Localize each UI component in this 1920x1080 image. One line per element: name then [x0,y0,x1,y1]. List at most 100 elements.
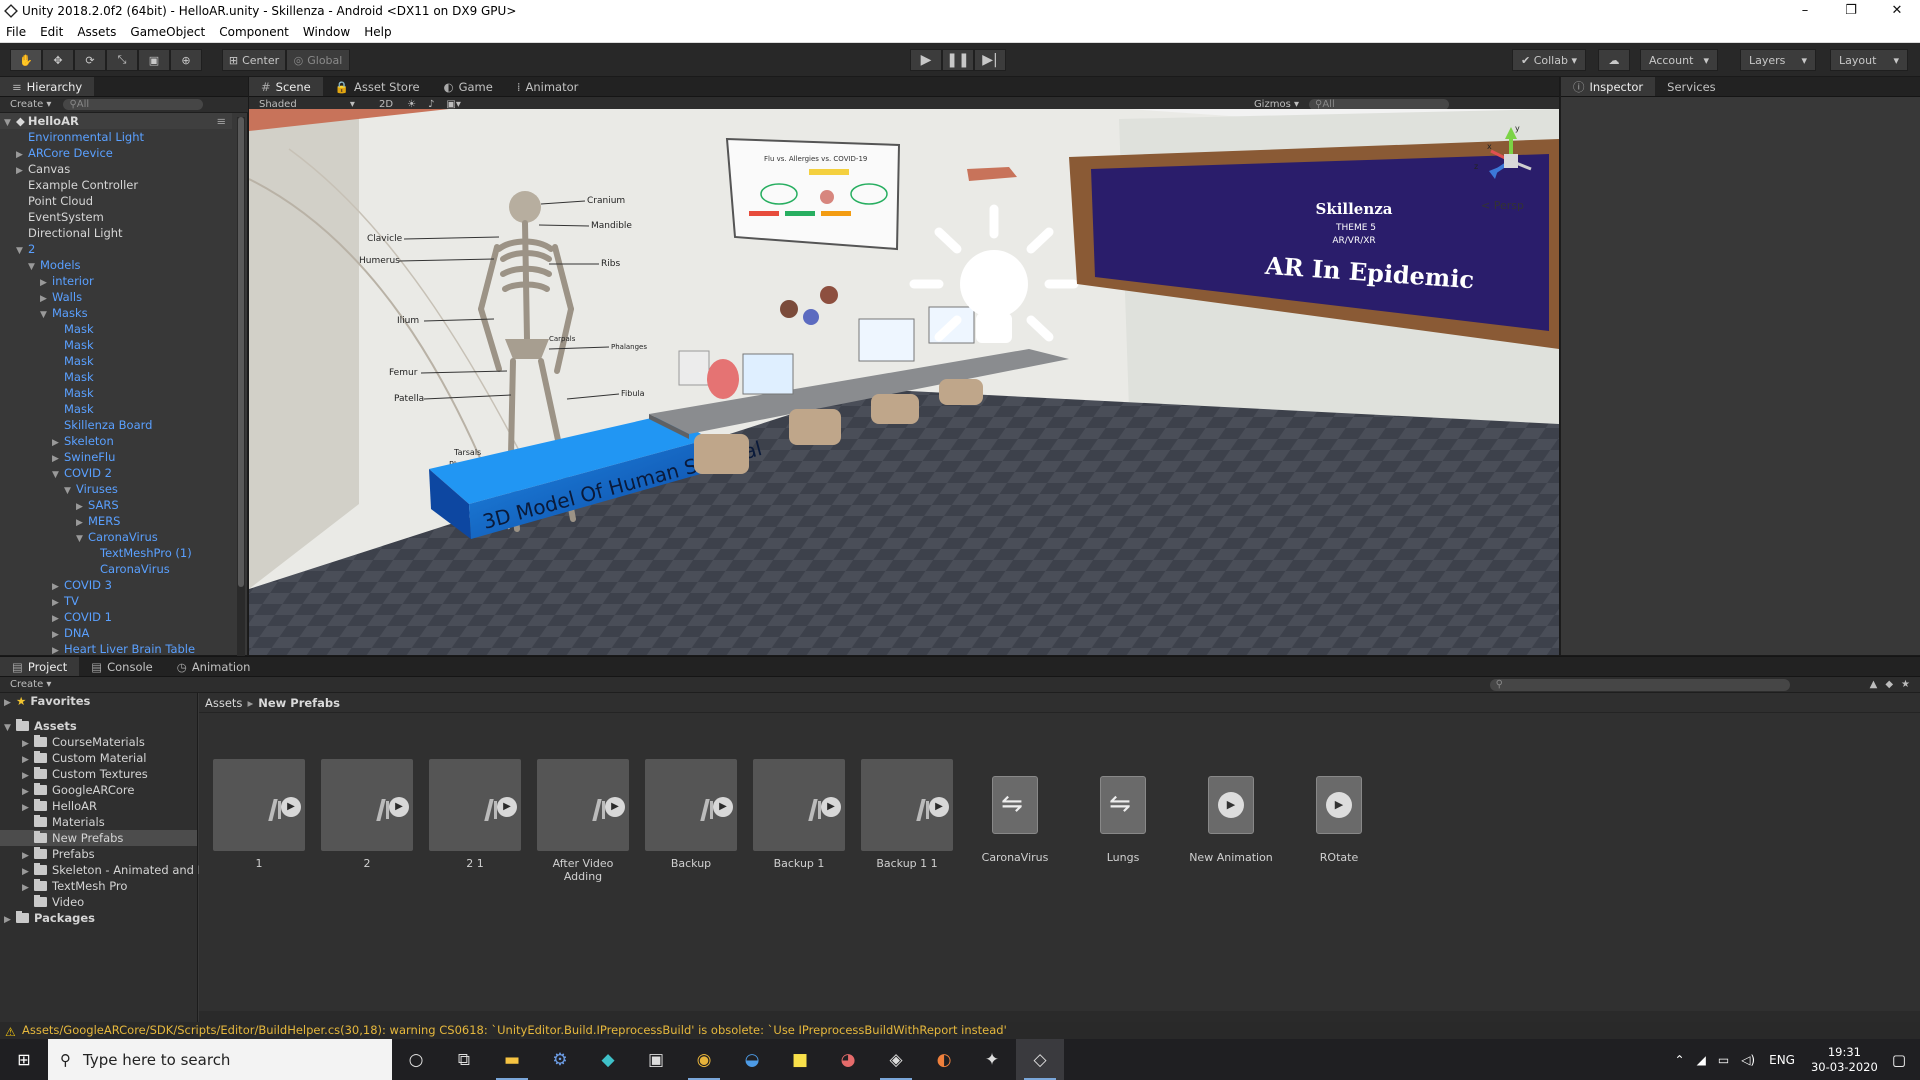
hierarchy-item-2[interactable]: ▼ 2 [0,241,232,257]
persp-label[interactable]: < Persp [1481,199,1524,212]
volume-icon[interactable]: ◁) [1741,1053,1755,1067]
asset-rotate[interactable]: ▶ ROtate [1291,759,1387,864]
scale-tool-icon[interactable]: ⤡ [106,49,138,71]
hierarchy-item-directional-light[interactable]: Directional Light [0,225,232,241]
hierarchy-item-interior[interactable]: ▶ interior [0,273,232,289]
asset-2-1[interactable]: ▶ 2 1 [427,759,523,870]
asset-2[interactable]: ▶ 2 [319,759,415,870]
hierarchy-item-arcore-device[interactable]: ▶ ARCore Device [0,145,232,161]
tab-services[interactable]: Services [1655,77,1728,96]
tab-console[interactable]: ▤ Console [79,657,165,676]
paint-icon[interactable]: ◕ [824,1039,872,1080]
hierarchy-item-caronavirus[interactable]: CaronaVirus [0,561,232,577]
firefox-icon[interactable]: ◐ [920,1039,968,1080]
breadcrumb-current[interactable]: New Prefabs [258,696,340,710]
tab-hierarchy[interactable]: ≡ Hierarchy [0,77,95,96]
play-icon[interactable]: ▶ [910,49,942,71]
layers-dropdown[interactable]: Layers ▾ [1740,49,1816,71]
hierarchy-item-sars[interactable]: ▶ SARS [0,497,232,513]
model-play-icon[interactable]: ▶ [713,797,733,817]
pivot-global-toggle[interactable]: ◎ Global [286,49,350,71]
move-tool-icon[interactable]: ✥ [42,49,74,71]
project-folder-custom-material[interactable]: ▶ Custom Material [0,750,197,766]
folder-arrow-icon[interactable]: ▶ [4,912,16,928]
hierarchy-item-covid-2[interactable]: ▼ COVID 2 [0,465,232,481]
tab-asset-store[interactable]: 🔒 Asset Store [323,77,432,96]
tab-scene[interactable]: # Scene [249,77,323,96]
hand-tool-icon[interactable]: ✋ [10,49,42,71]
project-folder-coursematerials[interactable]: ▶ CourseMaterials [0,734,197,750]
hierarchy-item-mask[interactable]: Mask [0,353,232,369]
model-play-icon[interactable]: ▶ [929,797,949,817]
menu-file[interactable]: File [6,25,26,39]
sticky-notes-icon[interactable]: ■ [776,1039,824,1080]
rider-icon[interactable]: ◆ [584,1039,632,1080]
asset-after-video-adding[interactable]: ▶ After Video Adding [535,759,631,883]
asset-backup[interactable]: ▶ Backup [643,759,739,870]
project-create-button[interactable]: Create ▾ [10,679,51,690]
notifications-icon[interactable]: ▢ [1892,1051,1906,1069]
project-search-input[interactable]: ⚲ [1489,678,1790,691]
transform-tool-icon[interactable]: ⊕ [170,49,202,71]
tray-chevron-icon[interactable]: ⌃ [1675,1053,1685,1067]
hierarchy-item-dna[interactable]: ▶ DNA [0,625,232,641]
hierarchy-item-caronavirus[interactable]: ▼ CaronaVirus [0,529,232,545]
hierarchy-item-textmeshpro-1[interactable]: TextMeshPro (1) [0,545,232,561]
task-view-icon[interactable]: ⧉ [440,1039,488,1080]
hierarchy-item-covid-1[interactable]: ▶ COVID 1 [0,609,232,625]
project-folder-skeleton-animated-and-l[interactable]: ▶ Skeleton - Animated and L [0,862,204,878]
hierarchy-item-covid-3[interactable]: ▶ COVID 3 [0,577,232,593]
network-icon[interactable]: ◢ [1697,1053,1706,1067]
hierarchy-item-viruses[interactable]: ▼ Viruses [0,481,232,497]
taskbar-search-box[interactable]: ⚲ Type here to search [48,1039,392,1080]
hierarchy-item-mask[interactable]: Mask [0,321,232,337]
hierarchy-create-button[interactable]: Create ▾ [10,99,51,110]
project-folder-video[interactable]: Video [0,894,197,910]
breadcrumb-assets[interactable]: Assets [205,696,242,710]
maximize-button[interactable]: ❐ [1828,0,1874,21]
windows-start-icon[interactable]: ⊞ [0,1039,48,1080]
hierarchy-item-point-cloud[interactable]: Point Cloud [0,193,232,209]
hierarchy-item-models[interactable]: ▼ Models [0,257,232,273]
model-play-icon[interactable]: ▶ [281,797,301,817]
folder-arrow-icon[interactable]: ▶ [4,695,16,711]
pause-icon[interactable]: ❚❚ [942,49,974,71]
language-indicator[interactable]: ENG [1769,1053,1795,1067]
edge-icon[interactable]: ◒ [728,1039,776,1080]
hierarchy-item-example-controller[interactable]: Example Controller [0,177,232,193]
hierarchy-item-swineflu[interactable]: ▶ SwineFlu [0,449,232,465]
unity-hub-icon[interactable]: ◈ [872,1039,920,1080]
menu-window[interactable]: Window [303,25,350,39]
model-play-icon[interactable]: ▶ [821,797,841,817]
menu-edit[interactable]: Edit [40,25,63,39]
layout-dropdown[interactable]: Layout ▾ [1830,49,1908,71]
tab-inspector[interactable]: ⓘ Inspector [1561,77,1656,96]
scene-viewport[interactable]: Cranium Mandible Clavicle Humerus Ribs I… [249,109,1559,655]
hierarchy-scrollbar[interactable] [237,117,245,677]
console-status-bar[interactable]: ⚠ Assets/GoogleARCore/SDK/Scripts/Editor… [0,1022,1920,1039]
cortana-icon[interactable]: ○ [392,1039,440,1080]
tab-animator[interactable]: ⁞ Animator [505,77,591,96]
hierarchy-search-input[interactable]: ⚲All [63,99,204,110]
unity-editor-icon[interactable]: ◇ [1016,1039,1064,1080]
project-folder-helloar[interactable]: ▶ HelloAR [0,798,197,814]
hierarchy-item-mask[interactable]: Mask [0,401,232,417]
scene-options-icon[interactable]: ≡ [216,113,226,129]
filter-label-icon[interactable]: ◆ [1885,679,1893,690]
cloud-icon[interactable]: ☁ [1598,49,1630,71]
project-folder-favorites[interactable]: ▶ ★ Favorites [0,693,197,709]
asset-backup-1[interactable]: ▶ Backup 1 [751,759,847,870]
hierarchy-item-mask[interactable]: Mask [0,385,232,401]
minimize-button[interactable]: – [1782,0,1828,21]
project-folder-googlearcore[interactable]: ▶ GoogleARCore [0,782,197,798]
project-folder-new-prefabs[interactable]: New Prefabs [0,830,197,846]
hierarchy-item-skillenza-board[interactable]: Skillenza Board [0,417,232,433]
battery-icon[interactable]: ▭ [1718,1053,1729,1067]
rotate-tool-icon[interactable]: ⟳ [74,49,106,71]
project-folder-assets[interactable]: ▼ Assets [0,718,197,734]
terminal-icon[interactable]: ▣ [632,1039,680,1080]
hierarchy-item-walls[interactable]: ▶ Walls [0,289,232,305]
model-play-icon[interactable]: ▶ [605,797,625,817]
project-folder-custom-textures[interactable]: ▶ Custom Textures [0,766,197,782]
menu-help[interactable]: Help [364,25,391,39]
